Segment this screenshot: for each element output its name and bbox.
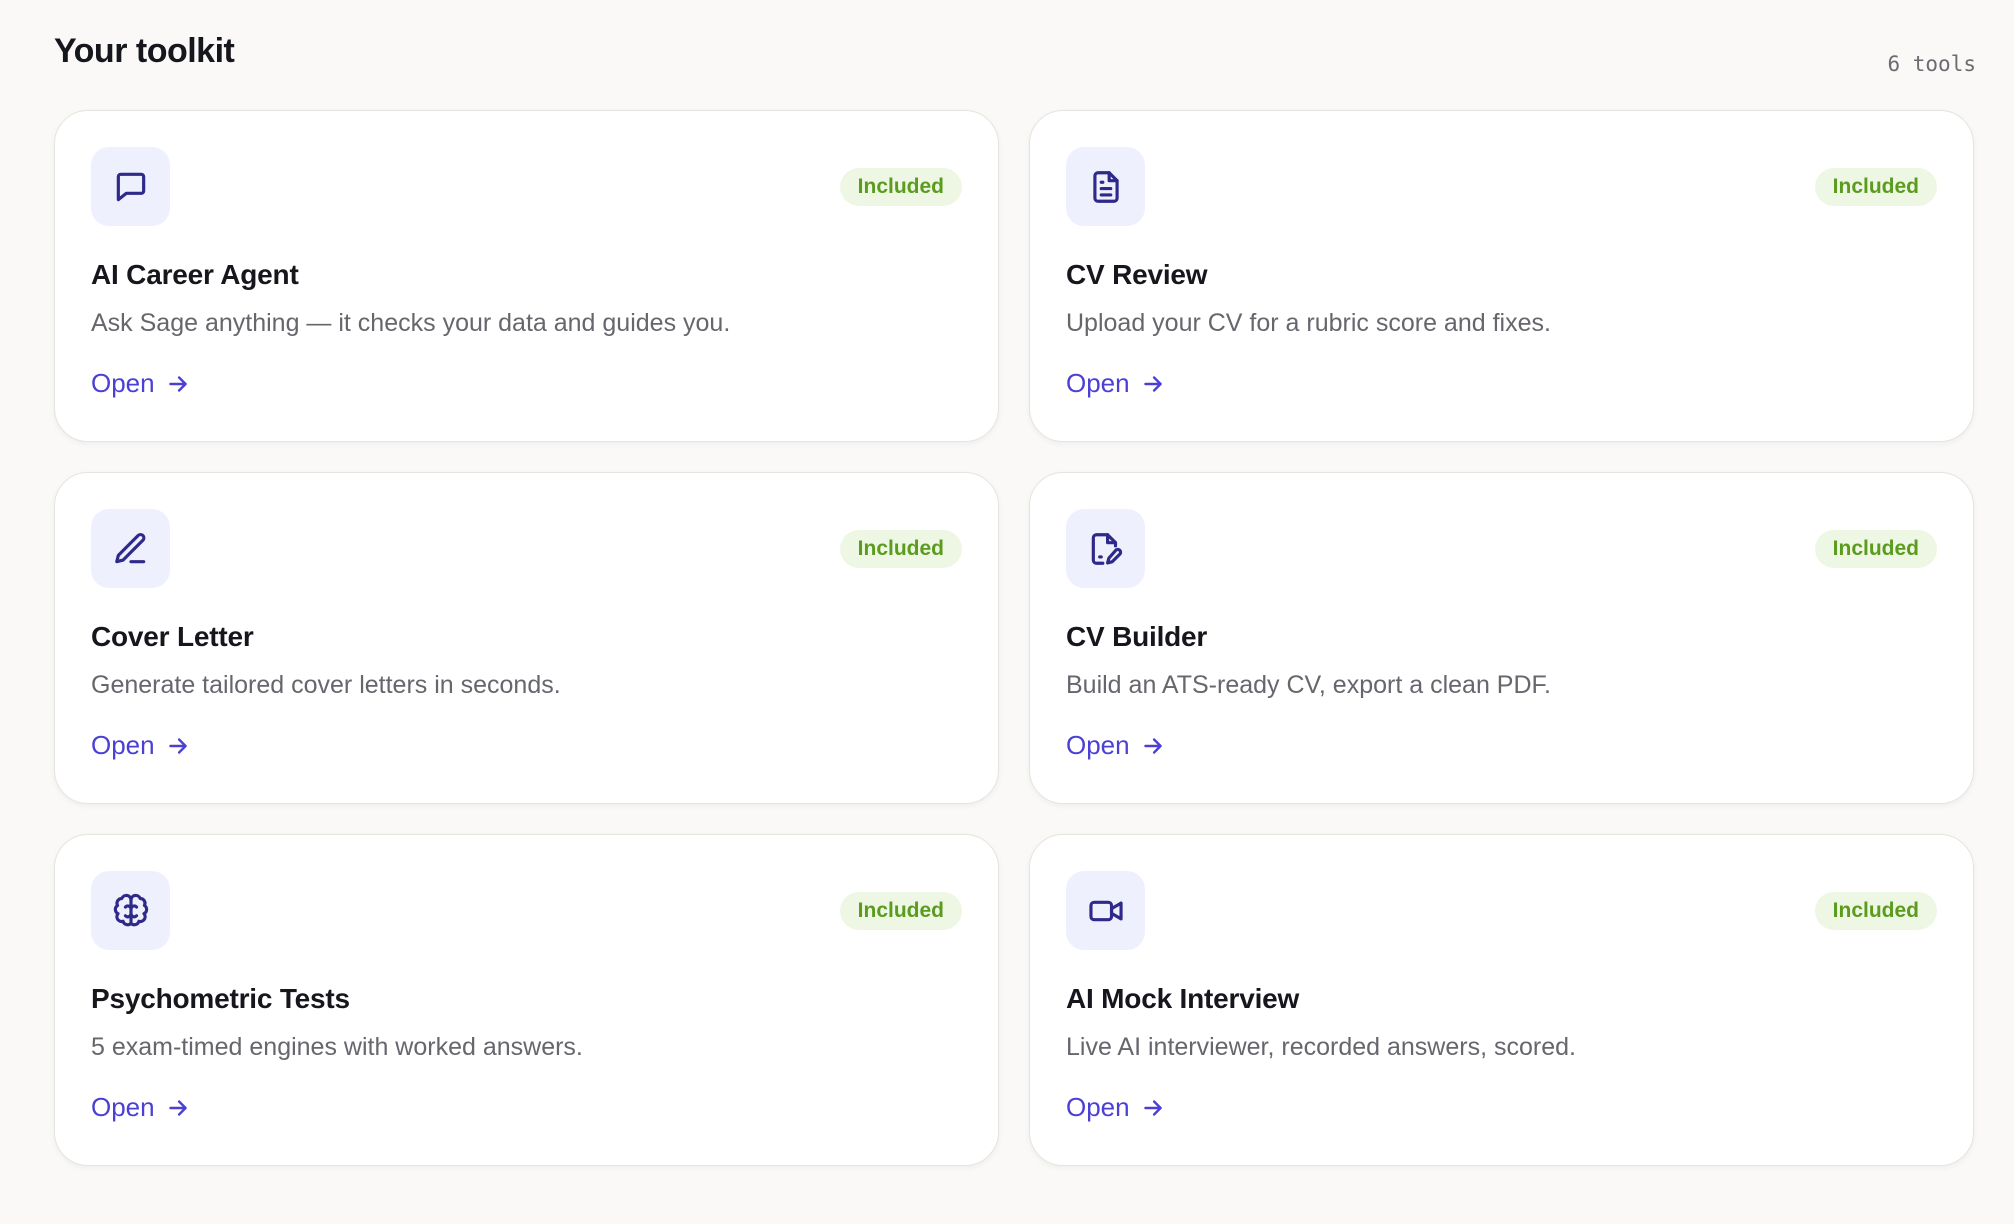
open-link[interactable]: Open bbox=[1066, 368, 1166, 399]
card-title: CV Review bbox=[1066, 259, 1208, 290]
open-link[interactable]: Open bbox=[1066, 1092, 1166, 1123]
card-title: AI Mock Interview bbox=[1066, 983, 1300, 1014]
open-link-label: Open bbox=[1066, 1092, 1130, 1122]
included-badge: Included bbox=[1814, 168, 1937, 206]
included-badge: Included bbox=[839, 168, 962, 206]
open-link-label: Open bbox=[91, 1092, 155, 1122]
document-icon bbox=[1092, 170, 1119, 203]
card-description: Live AI interviewer, recorded answers, s… bbox=[1066, 1033, 1576, 1061]
open-link[interactable]: Open bbox=[1066, 730, 1166, 761]
included-badge: Included bbox=[839, 530, 962, 568]
toolkit-page: Your toolkit 6 tools Included AI Career … bbox=[0, 0, 2014, 1224]
open-link-label: Open bbox=[1066, 368, 1130, 398]
card-title: Cover Letter bbox=[91, 621, 254, 652]
icon-tile bbox=[1066, 147, 1145, 226]
arrow-right-icon bbox=[1143, 375, 1162, 392]
card-description: Generate tailored cover letters in secon… bbox=[91, 671, 561, 699]
card-description: Upload your CV for a rubric score and fi… bbox=[1066, 309, 1551, 337]
card-title: AI Career Agent bbox=[91, 259, 299, 290]
card-title: Psychometric Tests bbox=[91, 983, 350, 1014]
arrow-right-icon bbox=[168, 375, 187, 392]
card-title: CV Builder bbox=[1066, 621, 1208, 652]
icon-tile bbox=[91, 509, 170, 588]
icon-tile bbox=[1066, 871, 1145, 950]
arrow-right-icon bbox=[168, 737, 187, 754]
toolkit-header: Your toolkit 6 tools bbox=[54, 0, 1976, 110]
tool-card-cv-builder[interactable]: Included CV Builder Build an ATS-ready C… bbox=[1029, 472, 1974, 804]
icon-tile bbox=[1066, 509, 1145, 588]
card-description: Build an ATS-ready CV, export a clean PD… bbox=[1066, 671, 1551, 699]
open-link[interactable]: Open bbox=[91, 730, 191, 761]
open-link[interactable]: Open bbox=[91, 368, 191, 399]
arrow-right-icon bbox=[1143, 1099, 1162, 1116]
arrow-right-icon bbox=[168, 1099, 187, 1116]
tool-card-ai-mock-interview[interactable]: Included AI Mock Interview Live AI inter… bbox=[1029, 834, 1974, 1166]
tool-card-ai-career-agent[interactable]: Included AI Career Agent Ask Sage anythi… bbox=[54, 110, 999, 442]
open-link[interactable]: Open bbox=[91, 1092, 191, 1123]
chat-bubble-icon bbox=[116, 172, 145, 201]
open-link-label: Open bbox=[91, 368, 155, 398]
pen-icon bbox=[114, 532, 145, 563]
tool-card-cover-letter[interactable]: Included Cover Letter Generate tailored … bbox=[54, 472, 999, 804]
page-title: Your toolkit bbox=[54, 32, 235, 70]
brain-icon bbox=[113, 893, 148, 926]
open-link-label: Open bbox=[1066, 730, 1130, 760]
included-badge: Included bbox=[1814, 892, 1937, 930]
card-description: Ask Sage anything — it checks your data … bbox=[91, 309, 731, 337]
arrow-right-icon bbox=[1143, 737, 1162, 754]
open-link-label: Open bbox=[91, 730, 155, 760]
card-description: 5 exam-timed engines with worked answers… bbox=[91, 1033, 583, 1061]
included-badge: Included bbox=[839, 892, 962, 930]
included-badge: Included bbox=[1814, 530, 1937, 568]
tool-card-cv-review[interactable]: Included CV Review Upload your CV for a … bbox=[1029, 110, 1974, 442]
tool-grid: Included AI Career Agent Ask Sage anythi… bbox=[54, 110, 1976, 1166]
file-edit-icon bbox=[1091, 532, 1122, 565]
tool-card-psychometric-tests[interactable]: Included Psychometric Tests 5 exam-timed… bbox=[54, 834, 999, 1166]
icon-tile bbox=[91, 147, 170, 226]
tool-count: 6 tools bbox=[1887, 52, 1976, 76]
icon-tile bbox=[91, 871, 170, 950]
video-camera-icon bbox=[1088, 900, 1123, 921]
